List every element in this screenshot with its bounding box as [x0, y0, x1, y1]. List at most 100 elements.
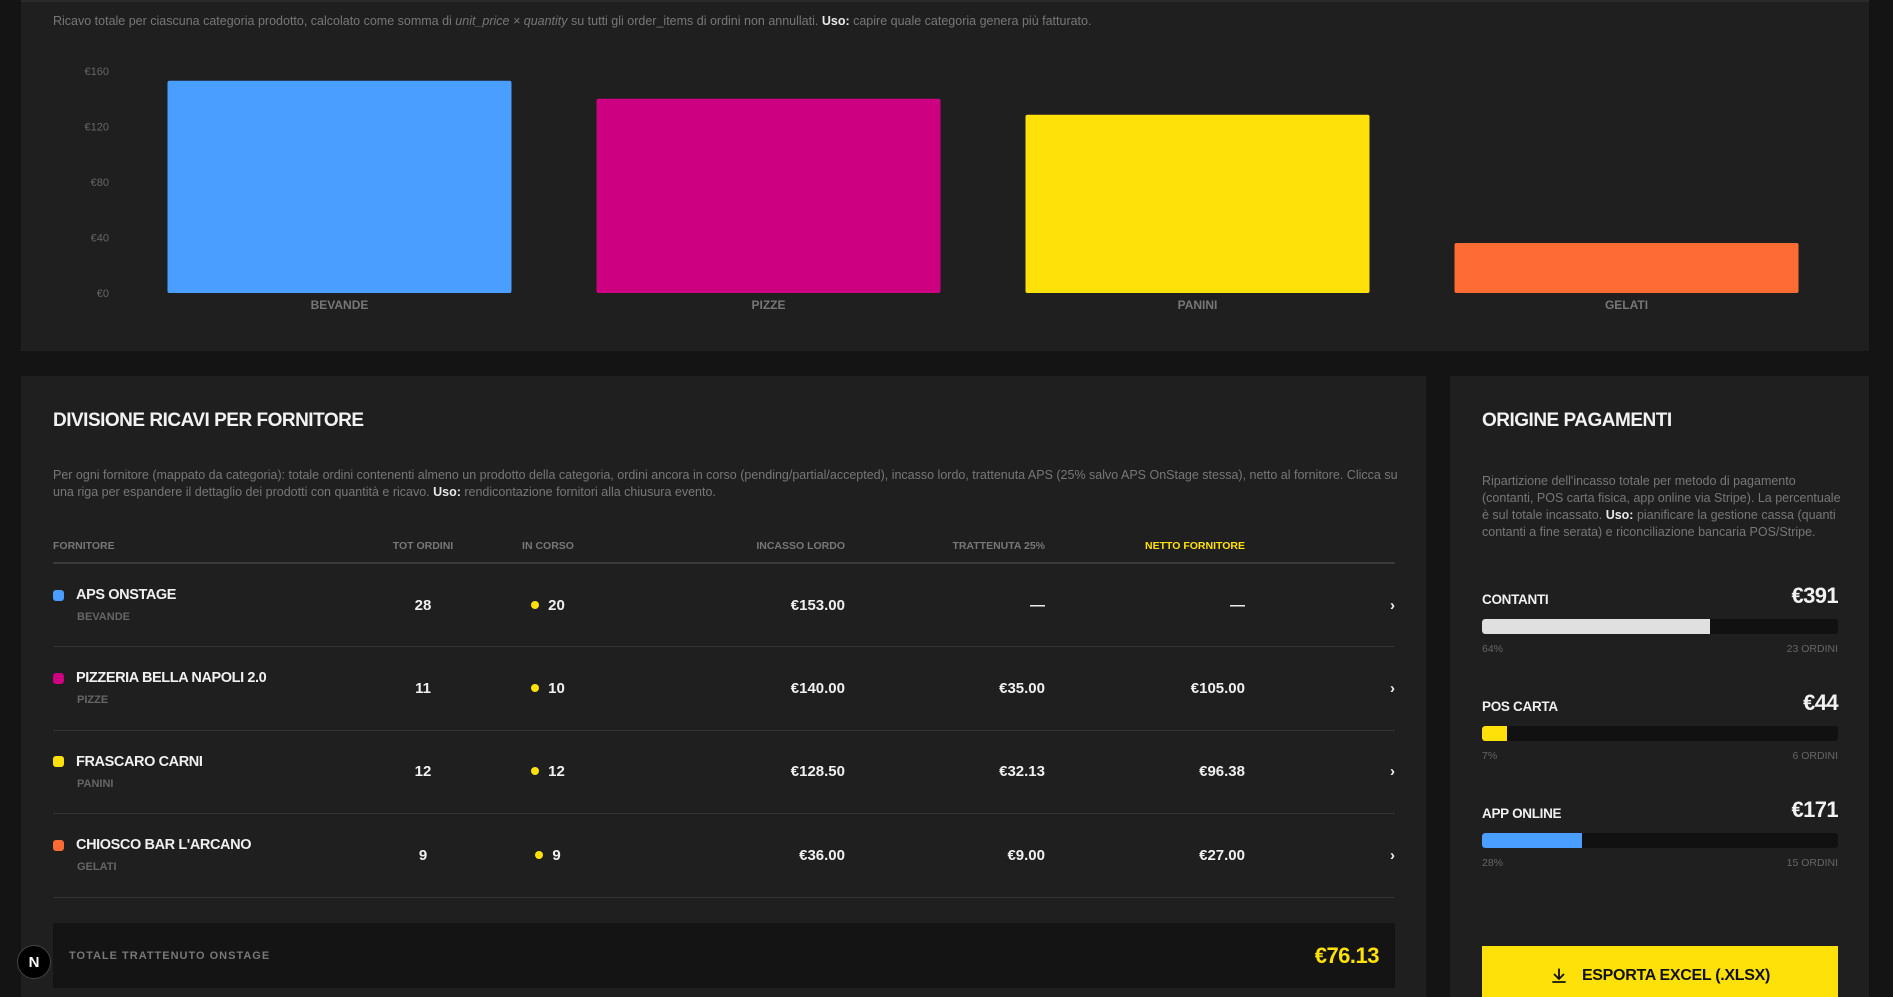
pending-dot-icon [531, 600, 540, 609]
table-row[interactable]: PIZZERIA BELLA NAPOLI 2.0 PIZZE 11 10 €140.0… [53, 646, 1395, 731]
table-header-row: FORNITORE TOT ORDINI IN CORSO INCASSO LO… [53, 529, 1395, 564]
table-row[interactable]: APS ONSTAGE BEVANDE 28 20 €153.00— — › [53, 563, 1395, 647]
chevron-right-icon[interactable]: › [1245, 730, 1395, 814]
col-header-supplier: FORNITORE [53, 529, 383, 564]
payment-section-title: ORIGINE PAGAMENTI [1482, 410, 1672, 431]
net-amount: €105.00 [1045, 646, 1245, 731]
orders-count: 11 [383, 646, 463, 731]
supplier-revenue-panel: DIVISIONE RICAVI PER FORNITORE Per ogni … [21, 376, 1426, 997]
payment-orders-count: 6 ORDINI [1792, 750, 1838, 762]
y-tick-label: €80 [91, 177, 109, 189]
table-row[interactable]: CHIOSCO BAR L'ARCANO GELATI 9 9 €36.00 €9.00 €… [53, 813, 1395, 898]
x-tick-label: PANINI [1178, 298, 1218, 312]
pending-count: 9 [463, 813, 633, 898]
net-amount: €27.00 [1045, 813, 1245, 898]
payment-progress-fill [1482, 619, 1710, 634]
payment-method-item: CONTANTI €391 64% 23 ORDINI [1482, 583, 1839, 655]
fee-amount: €9.00 [845, 813, 1045, 898]
pending-count: 12 [463, 730, 633, 814]
bar-gelati[interactable] [1454, 243, 1799, 293]
supplier-name: CHIOSCO BAR L'ARCANO [76, 837, 252, 854]
payment-method-amount: €171 [1791, 797, 1838, 822]
payment-orders-count: 15 ORDINI [1786, 857, 1838, 869]
export-excel-button[interactable]: ESPORTA EXCEL (.XLSX) [1482, 946, 1838, 997]
payment-percent: 64% [1482, 643, 1504, 655]
payment-percent: 7% [1482, 750, 1498, 762]
supplier-color-dot [53, 589, 64, 601]
chevron-right-icon[interactable]: › [1245, 646, 1395, 731]
payment-progress-fill [1482, 833, 1582, 848]
col-header-pending: IN CORSO [463, 529, 633, 564]
payment-method-label: APP ONLINE [1482, 806, 1562, 821]
payment-orders-count: 23 ORDINI [1786, 643, 1838, 655]
total-retained-value: €76.13 [1314, 942, 1380, 968]
supplier-color-dot [53, 672, 64, 684]
pending-dot-icon [531, 767, 540, 776]
payment-method-label: POS CARTA [1482, 699, 1558, 714]
payment-description: Ripartizione dell'incasso totale per met… [1482, 474, 1841, 539]
orders-count: 12 [383, 730, 463, 814]
table-row[interactable]: FRASCARO CARNI PANINI 12 12 €128.50 €32.13 €96… [53, 730, 1395, 814]
fee-amount: — [845, 563, 1045, 647]
fee-amount: €32.13 [845, 730, 1045, 814]
payment-progress-fill [1482, 726, 1507, 741]
supplier-category: PANINI [77, 777, 114, 790]
gross-amount: €140.00 [633, 646, 845, 731]
dev-tools-badge[interactable]: N [17, 945, 51, 979]
supplier-cell: FRASCARO CARNI PANINI [53, 730, 383, 814]
payment-method-item: APP ONLINE €171 28% 15 ORDINI [1482, 797, 1839, 869]
net-amount: — [1045, 563, 1245, 647]
supplier-category: GELATI [77, 861, 117, 874]
supplier-name: PIZZERIA BELLA NAPOLI 2.0 [76, 670, 267, 687]
payment-method-item: POS CARTA €44 7% 6 ORDINI [1482, 690, 1839, 762]
payment-percent: 28% [1482, 857, 1504, 869]
y-tick-label: €40 [91, 233, 109, 245]
pending-dot-icon [531, 683, 540, 692]
supplier-name: FRASCARO CARNI [76, 753, 203, 770]
gross-amount: €36.00 [633, 813, 845, 898]
category-revenue-panel: Ricavo totale per ciascuna categoria pro… [21, 0, 1869, 351]
payment-method-label: CONTANTI [1482, 592, 1549, 607]
y-tick-label: €120 [85, 122, 109, 134]
supplier-table: FORNITORE TOT ORDINI IN CORSO INCASSO LO… [53, 529, 1395, 898]
gross-amount: €128.50 [633, 730, 845, 814]
bar-pizze[interactable] [596, 98, 941, 293]
pending-dot-icon [535, 850, 544, 859]
pending-count: 20 [463, 563, 633, 647]
export-button-label: ESPORTA EXCEL (.XLSX) [1581, 967, 1771, 984]
payment-progress-track [1482, 833, 1838, 848]
supplier-color-dot [53, 839, 64, 851]
payment-method-amount: €44 [1803, 690, 1839, 715]
supplier-category: BEVANDE [77, 611, 130, 623]
chevron-right-icon[interactable]: › [1245, 813, 1395, 898]
net-amount: €96.38 [1045, 730, 1245, 814]
x-tick-label: PIZZE [751, 298, 785, 312]
bar-bevande[interactable] [167, 80, 512, 294]
supplier-cell: CHIOSCO BAR L'ARCANO GELATI [53, 813, 383, 898]
total-retained-bar: TOTALE TRATTENUTO ONSTAGE €76.13 [53, 923, 1395, 988]
supplier-cell: APS ONSTAGE BEVANDE [53, 563, 383, 647]
bar-panini[interactable] [1025, 114, 1370, 293]
chevron-right-icon[interactable]: › [1245, 563, 1395, 647]
supplier-category: PIZZE [77, 694, 109, 707]
orders-count: 9 [383, 813, 463, 898]
supplier-name: APS ONSTAGE [76, 587, 177, 603]
total-retained-label: TOTALE TRATTENUTO ONSTAGE [69, 949, 271, 962]
supplier-table-body: APS ONSTAGE BEVANDE 28 20 €153.00— — › PIZZERIA… [53, 563, 1395, 898]
download-icon [1552, 968, 1566, 983]
payment-progress-track [1482, 619, 1838, 634]
x-tick-label: GELATI [1605, 298, 1648, 312]
supplier-section-title: DIVISIONE RICAVI PER FORNITORE [53, 410, 364, 431]
payment-progress-track [1482, 726, 1838, 741]
x-tick-label: BEVANDE [311, 298, 369, 312]
col-header-fee: TRATTENUTA 25% [845, 529, 1045, 564]
supplier-cell: PIZZERIA BELLA NAPOLI 2.0 PIZZE [53, 646, 383, 731]
col-header-net: NETTO FORNITORE [1045, 529, 1245, 564]
payment-origin-panel: ORIGINE PAGAMENTI Ripartizione dell'inca… [1450, 376, 1869, 997]
col-header-gross: INCASSO LORDO [633, 529, 845, 564]
fee-amount: €35.00 [845, 646, 1045, 731]
orders-count: 28 [383, 563, 463, 647]
pending-count: 10 [463, 646, 633, 731]
col-header-orders: TOT ORDINI [383, 529, 463, 564]
y-tick-label: €160 [85, 66, 109, 78]
